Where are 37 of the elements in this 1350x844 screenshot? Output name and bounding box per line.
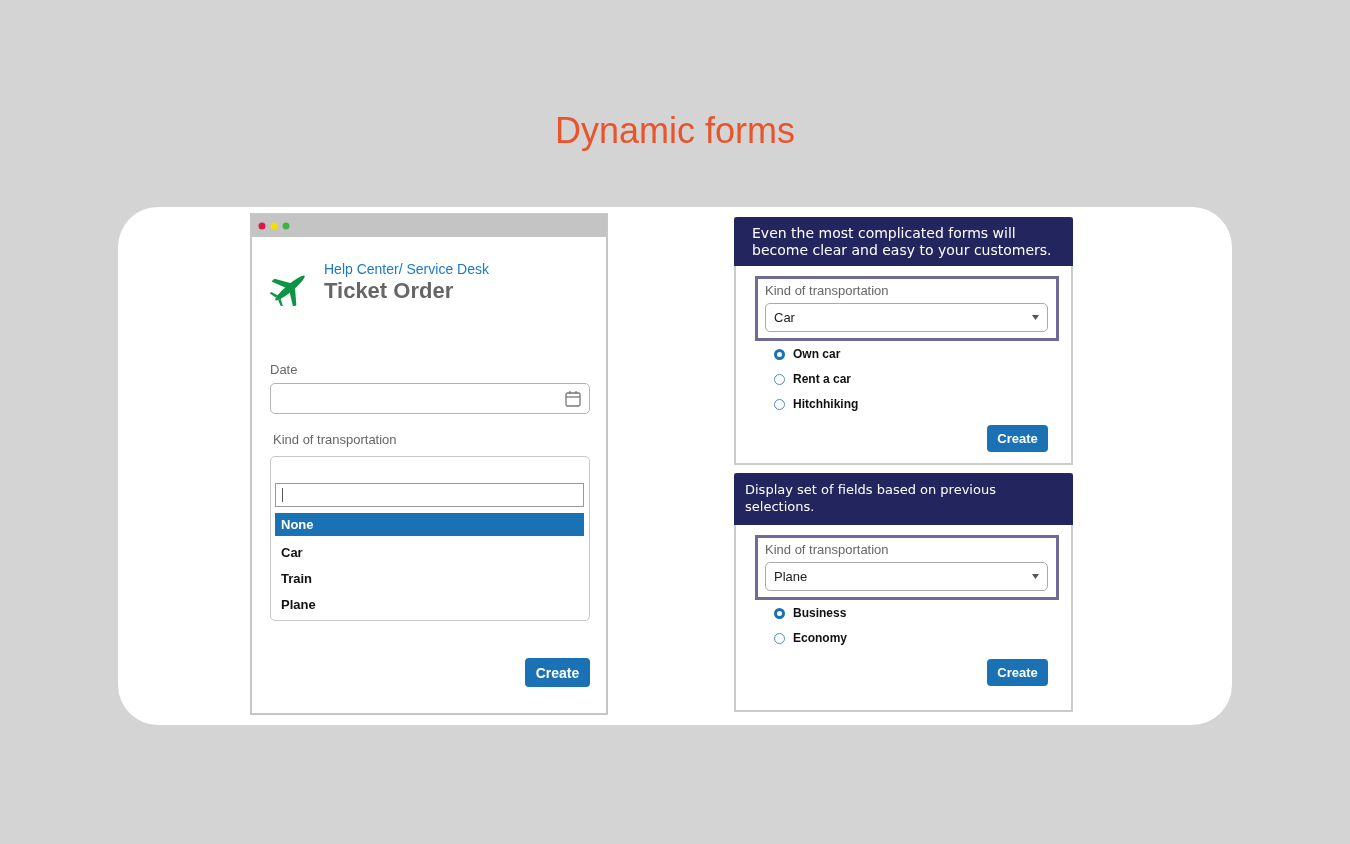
radio-label: Economy (793, 631, 847, 645)
create-button[interactable]: Create (987, 425, 1048, 452)
dropdown-option[interactable]: Car (275, 539, 584, 565)
radio-button[interactable] (774, 632, 785, 644)
window-controls-icon[interactable] (258, 222, 292, 230)
radio-label: Hitchhiking (793, 397, 859, 411)
search-field[interactable] (275, 483, 584, 507)
page-title: Dynamic forms (555, 109, 795, 153)
radio-button[interactable] (774, 607, 785, 619)
select-field[interactable]: Plane (765, 562, 1048, 591)
caption-banner: Even the most complicated forms will become clear and easy to your customers. (734, 217, 1073, 266)
create-button[interactable]: Create (525, 658, 590, 687)
radio-label: Own car (793, 347, 841, 361)
radio-button[interactable] (774, 348, 785, 360)
form-title: Ticket Order (324, 278, 455, 304)
radio-label: Business (793, 606, 847, 620)
dropdown-arrow-icon[interactable] (1032, 574, 1039, 579)
select-value: Car (774, 310, 795, 325)
select-field[interactable]: Car (765, 303, 1048, 332)
field-label: Date (270, 362, 299, 377)
field-label: Kind of transportation (273, 432, 398, 447)
dropdown-option[interactable]: Train (275, 565, 584, 591)
radio-label: Rent a car (793, 372, 852, 386)
select-value: Plane (774, 569, 808, 584)
field-label: Kind of transportation (765, 283, 890, 298)
create-button[interactable]: Create (987, 659, 1048, 686)
breadcrumb: Help Center/ Service Desk (324, 261, 489, 277)
calendar-icon[interactable] (565, 390, 581, 407)
dropdown-arrow-icon[interactable] (1032, 315, 1039, 320)
text-cursor (282, 488, 283, 502)
date-field[interactable] (270, 383, 590, 414)
dropdown-option[interactable]: None (275, 513, 584, 536)
radio-button[interactable] (774, 373, 785, 385)
caption-banner: Display set of fields based on previous selections. (734, 473, 1073, 525)
radio-button[interactable] (774, 398, 785, 410)
field-label: Kind of transportation (765, 542, 890, 557)
dropdown-option[interactable]: Plane (275, 591, 584, 617)
